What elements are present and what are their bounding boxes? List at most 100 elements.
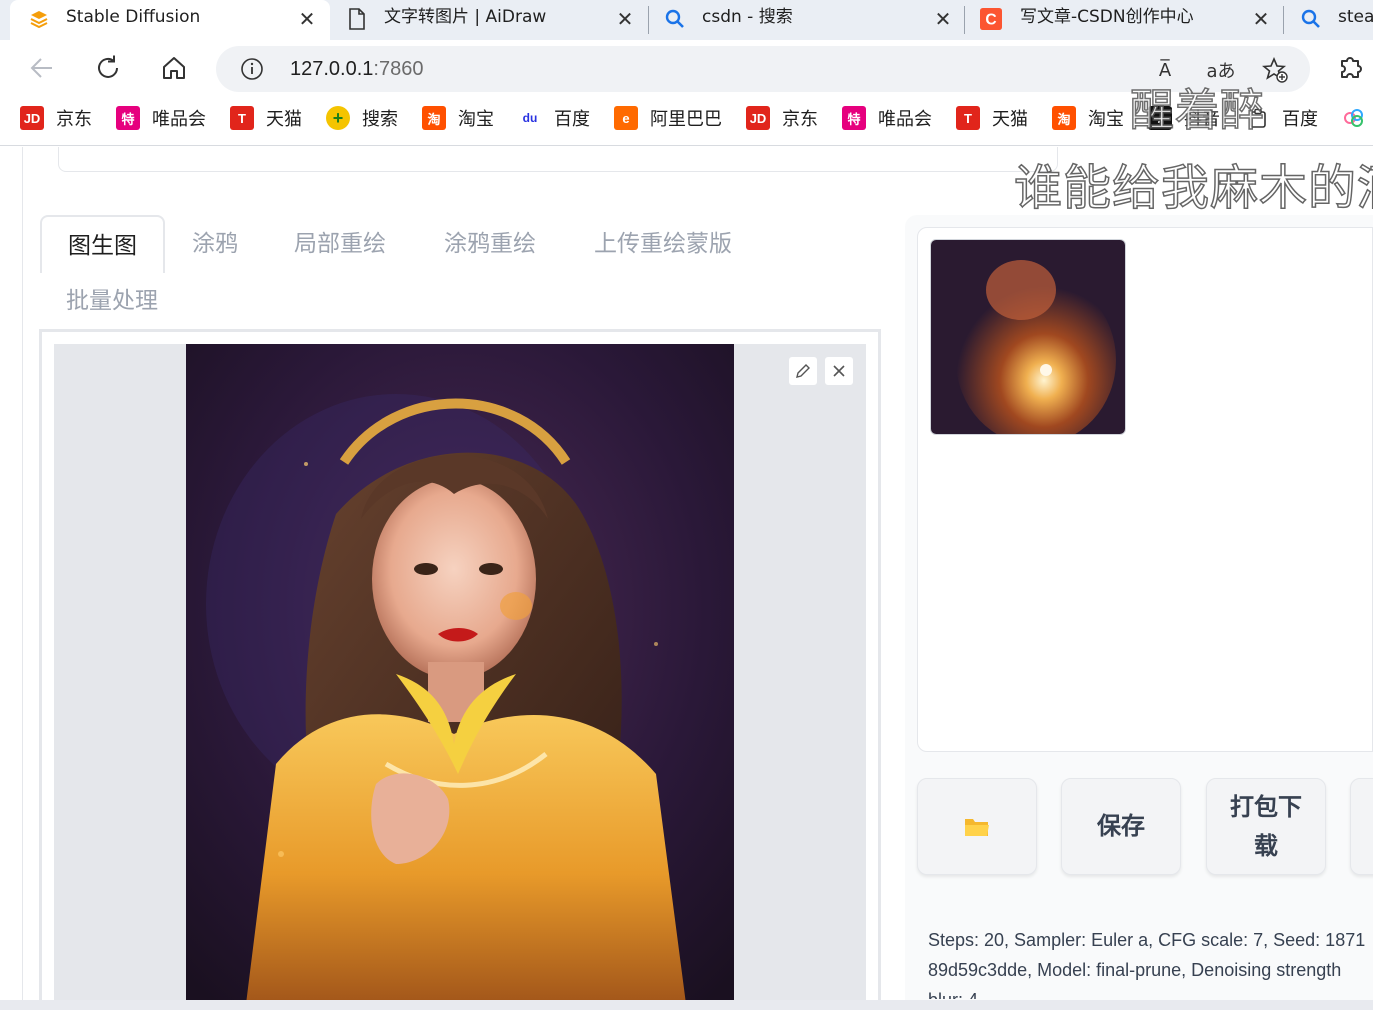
cloud-icon bbox=[1342, 106, 1366, 130]
tab-title: 文字转图片 | AiDraw bbox=[384, 7, 547, 27]
stable-diffusion-icon bbox=[28, 8, 50, 30]
favorite-more[interactable] bbox=[1342, 105, 1373, 131]
favorite-baidu[interactable]: du 百度 bbox=[518, 105, 590, 131]
tab-inpaint-upload[interactable]: 上传重绘蒙版 bbox=[594, 215, 732, 273]
negative-prompt-box[interactable] bbox=[58, 147, 1058, 172]
favorite-label: 唯品会 bbox=[878, 109, 932, 130]
browser-tab-strip: Stable Diffusion ✕ 文字转图片 | AiDraw ✕ csdn… bbox=[0, 0, 1373, 40]
csdn-icon: C bbox=[980, 8, 1002, 30]
browser-tab-csdn-search[interactable]: csdn - 搜索 ✕ bbox=[648, 0, 964, 40]
image-input-panel bbox=[39, 329, 881, 1000]
close-icon[interactable]: ✕ bbox=[614, 7, 636, 31]
url-text: 127.0.0.1:7860 bbox=[290, 57, 423, 81]
close-icon bbox=[833, 365, 845, 377]
save-button[interactable]: 保存 bbox=[1061, 778, 1181, 875]
favorite-label: 淘宝 bbox=[458, 109, 494, 130]
output-column: 保存 打包下载 Steps: 20, Sampler: Euler a, CFG… bbox=[905, 215, 1373, 1000]
home-button[interactable] bbox=[156, 50, 192, 86]
image-canvas[interactable] bbox=[54, 344, 866, 1000]
tab-title: 写文章-CSDN创作中心 bbox=[1020, 7, 1194, 27]
browser-tab-aidraw[interactable]: 文字转图片 | AiDraw ✕ bbox=[330, 0, 648, 40]
favorite-taobao-2[interactable]: 淘淘宝 bbox=[1052, 105, 1124, 131]
vip-icon: 特 bbox=[842, 106, 866, 130]
back-arrow-icon bbox=[30, 58, 52, 78]
baidu-paw-icon: du bbox=[518, 106, 542, 130]
favorite-tmall-2[interactable]: T 天猫 bbox=[956, 105, 1028, 131]
url-host: 127.0.0.1 bbox=[290, 58, 374, 80]
generation-info-line: blur: 4 bbox=[928, 985, 1373, 999]
output-gallery bbox=[917, 227, 1373, 752]
tab-title: Stable Diffusion bbox=[66, 7, 201, 27]
tab-img2img[interactable]: 图生图 bbox=[40, 215, 165, 273]
browser-tab-stable-diffusion[interactable]: Stable Diffusion ✕ bbox=[10, 0, 330, 40]
alibaba-icon: e bbox=[614, 106, 638, 130]
edit-image-button[interactable] bbox=[788, 356, 818, 386]
home-icon bbox=[163, 57, 185, 79]
tmall-icon: T bbox=[956, 106, 980, 130]
favorite-label: 京东 bbox=[782, 109, 818, 130]
taobao-icon: 淘 bbox=[422, 106, 446, 130]
favorite-tmall[interactable]: T 天猫 bbox=[230, 105, 302, 131]
jd-icon: JD bbox=[20, 106, 44, 130]
favorite-jd-2[interactable]: JD 京东 bbox=[746, 105, 818, 131]
svg-text:C: C bbox=[985, 12, 996, 29]
page-edge bbox=[22, 147, 23, 1000]
extensions-button[interactable] bbox=[1336, 52, 1368, 84]
vip-icon: 特 bbox=[116, 106, 140, 130]
folder-icon bbox=[965, 818, 989, 836]
jd-icon: JD bbox=[746, 106, 770, 130]
favorite-label: 天猫 bbox=[266, 109, 302, 130]
output-thumbnail[interactable] bbox=[930, 239, 1126, 435]
puzzle-icon bbox=[1341, 57, 1362, 78]
favorite-label: 阿里巴巴 bbox=[650, 109, 722, 130]
close-icon[interactable]: ✕ bbox=[1250, 7, 1272, 31]
favorite-alibaba[interactable]: e 阿里巴巴 bbox=[614, 105, 722, 131]
back-button[interactable] bbox=[24, 50, 60, 86]
search-plus-icon: + bbox=[326, 106, 350, 130]
tab-batch[interactable]: 批量处理 bbox=[66, 272, 158, 330]
document-icon bbox=[346, 8, 368, 30]
favorite-vip-2[interactable]: 特唯品会 bbox=[842, 105, 932, 131]
favorite-label: 唯品会 bbox=[152, 109, 206, 130]
info-icon[interactable] bbox=[240, 57, 264, 81]
webui-page: 图生图 涂鸦 局部重绘 涂鸦重绘 上传重绘蒙版 批量处理 保存 打包下载 Ste… bbox=[0, 147, 1373, 1000]
window-bottom-edge bbox=[0, 1000, 1373, 1010]
tab-inpaint[interactable]: 局部重绘 bbox=[294, 215, 386, 273]
favorite-vip[interactable]: 特唯品会 bbox=[116, 105, 206, 131]
generation-info-line: 89d59c3dde, Model: final-prune, Denoisin… bbox=[928, 960, 1342, 980]
favorite-taobao[interactable]: 淘淘宝 bbox=[422, 105, 494, 131]
close-icon[interactable]: ✕ bbox=[932, 7, 954, 31]
browser-tab-csdn-write[interactable]: C 写文章-CSDN创作中心 ✕ bbox=[964, 0, 1282, 40]
taobao-icon: 淘 bbox=[1052, 106, 1076, 130]
tab-title: csdn - 搜索 bbox=[702, 7, 793, 27]
favorite-label: 百度 bbox=[1282, 109, 1318, 130]
zip-download-button[interactable]: 打包下载 bbox=[1206, 778, 1326, 875]
favorite-label: 百度 bbox=[554, 109, 590, 130]
generation-info-line: Steps: 20, Sampler: Euler a, CFG scale: … bbox=[928, 930, 1366, 950]
lyrics-line-2: 谁能给我麻木的酒 bbox=[1013, 159, 1373, 217]
refresh-button[interactable] bbox=[90, 50, 126, 86]
browser-tab-steam-search[interactable]: stea bbox=[1284, 0, 1373, 40]
tmall-icon: T bbox=[230, 106, 254, 130]
tab-sketch[interactable]: 涂鸦 bbox=[192, 215, 238, 273]
favorite-label: 天猫 bbox=[992, 109, 1028, 130]
open-folder-button[interactable] bbox=[917, 778, 1037, 875]
tab-title: stea bbox=[1338, 7, 1373, 27]
favorite-search[interactable]: + 搜索 bbox=[326, 105, 398, 131]
favorite-label: 淘宝 bbox=[1088, 109, 1124, 130]
clear-image-button[interactable] bbox=[824, 356, 854, 386]
refresh-icon bbox=[98, 55, 118, 78]
source-image bbox=[186, 344, 734, 1000]
lyrics-line-1: 醒着醉 bbox=[1129, 84, 1265, 137]
search-icon bbox=[664, 8, 686, 30]
favorite-jd[interactable]: JD 京东 bbox=[20, 105, 92, 131]
generation-info: Steps: 20, Sampler: Euler a, CFG scale: … bbox=[928, 925, 1373, 999]
favorite-label: 搜索 bbox=[362, 109, 398, 130]
pencil-icon bbox=[796, 364, 810, 378]
send-to-button[interactable] bbox=[1350, 778, 1373, 875]
close-icon[interactable]: ✕ bbox=[296, 7, 318, 31]
tab-inpaint-sketch[interactable]: 涂鸦重绘 bbox=[444, 215, 536, 273]
url-port: :7860 bbox=[373, 58, 424, 80]
favorite-label: 京东 bbox=[56, 109, 92, 130]
search-icon bbox=[1300, 8, 1322, 30]
